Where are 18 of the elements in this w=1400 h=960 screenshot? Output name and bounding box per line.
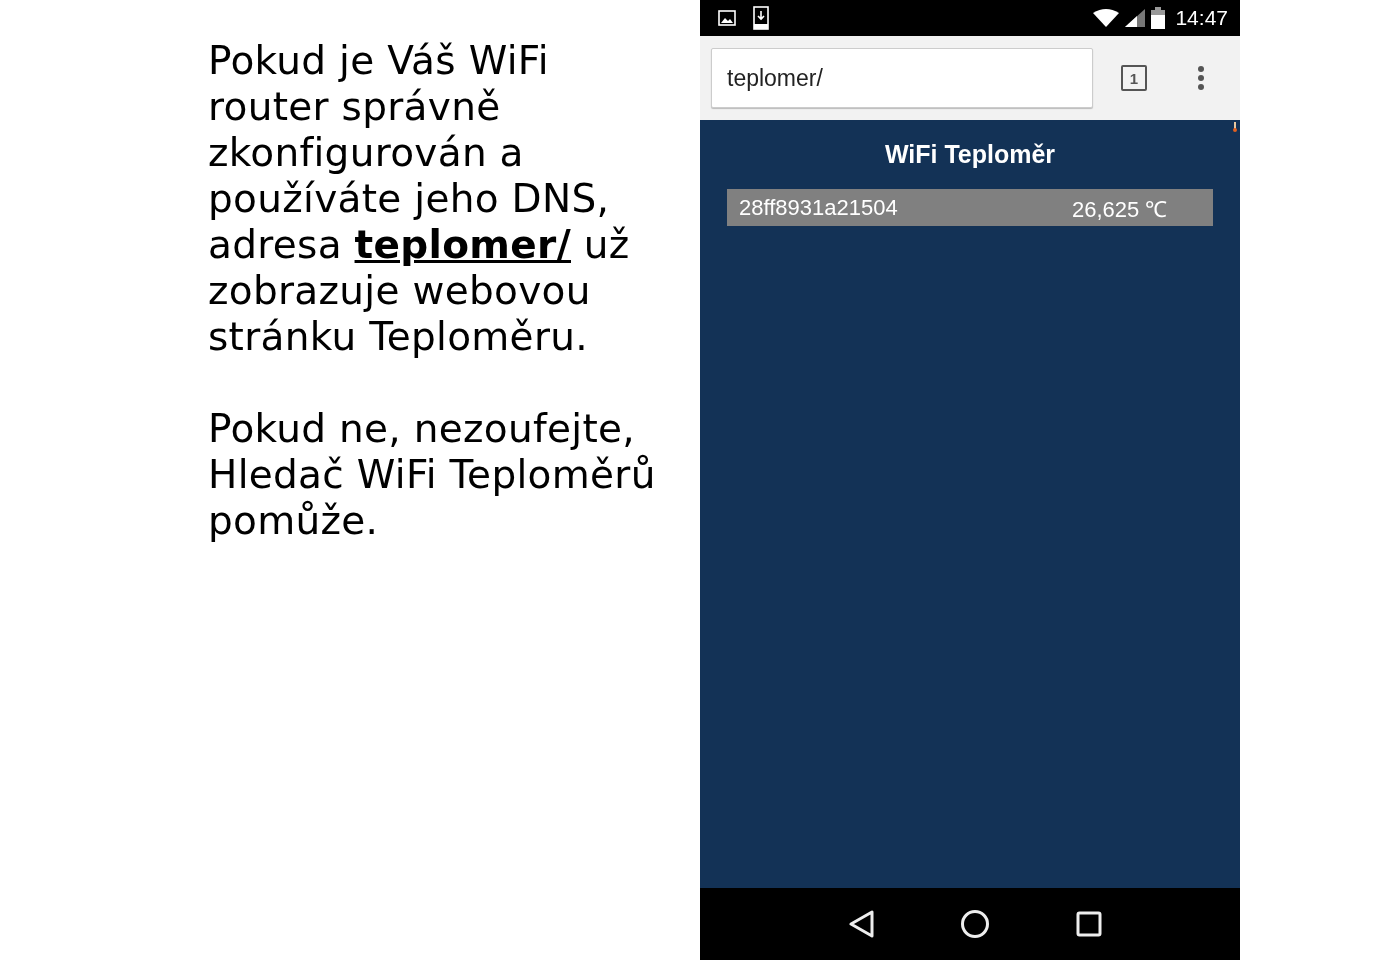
download-icon	[753, 6, 769, 30]
recents-icon[interactable]	[1076, 911, 1103, 937]
clock-time: 14:47	[1175, 6, 1228, 30]
sensor-id: 28ff8931a21504	[739, 194, 899, 221]
temperature-reading: 26,625 ℃	[1072, 195, 1169, 223]
thermometer-icon	[1233, 122, 1237, 132]
address-field[interactable]: teplomer/	[711, 48, 1093, 108]
paragraph: Pokud ne, nezoufejte, Hledač WiFi Teploměrů pomůže.	[208, 406, 657, 544]
page-title: WiFi Teploměr	[884, 140, 1056, 169]
battery-icon	[1151, 7, 1166, 29]
image-icon	[718, 10, 736, 26]
home-icon[interactable]	[960, 909, 991, 939]
paragraph: Pokud je Váš WiFi router správně zkonfigurován a používáte jeho DNS, adresa teplomer/ už zobrazuje webovou stránku Teploměru.	[208, 38, 631, 360]
signal-icon	[1125, 9, 1146, 27]
tab-switcher-button[interactable]: 1	[1121, 65, 1147, 91]
menu-icon[interactable]	[1197, 65, 1205, 91]
back-icon[interactable]	[848, 910, 875, 938]
wifi-icon	[1093, 9, 1120, 27]
